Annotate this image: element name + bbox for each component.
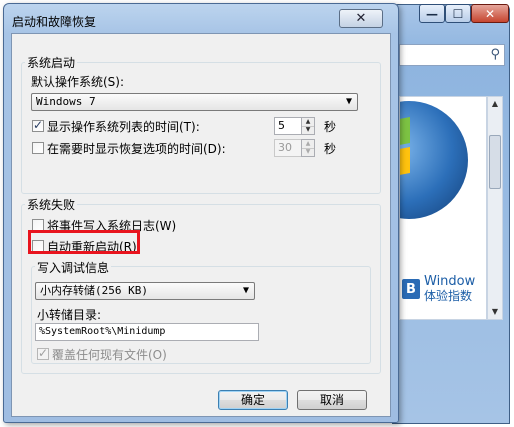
show-recovery-checkbox[interactable] bbox=[32, 142, 44, 154]
seconds-label-1: 秒 bbox=[324, 120, 337, 134]
failure-group-label: 系统失败 bbox=[25, 196, 78, 213]
cancel-button[interactable]: 取消 bbox=[297, 390, 367, 410]
debug-type-value: 小内存转储(256 KB) bbox=[40, 284, 148, 297]
experience-index-subtitle: 体验指数 bbox=[424, 289, 473, 303]
windows-logo bbox=[400, 101, 468, 219]
startup-recovery-dialog: 启动和故障恢复 ✕ 系统启动 默认操作系统(S): Windows 7 ▼ 显示… bbox=[3, 3, 399, 423]
show-os-list-seconds-value: 5 bbox=[278, 119, 285, 132]
stepper-down-icon[interactable]: ▼ bbox=[302, 126, 314, 134]
dump-dir-label: 小转储目录: bbox=[37, 308, 102, 322]
dialog-client-area: 系统启动 默认操作系统(S): Windows 7 ▼ 显示操作系统列表的时间(… bbox=[11, 33, 391, 417]
search-icon[interactable]: ⚲ bbox=[490, 47, 500, 62]
close-icon: ✕ bbox=[355, 11, 367, 26]
scroll-thumb[interactable] bbox=[489, 135, 501, 189]
show-os-list-stepper[interactable]: ▲ ▼ bbox=[301, 117, 315, 135]
default-os-label: 默认操作系统(S): bbox=[31, 75, 125, 89]
show-recovery-seconds-value: 30 bbox=[278, 141, 292, 154]
show-recovery-seconds-input[interactable]: 30 bbox=[274, 139, 302, 157]
system-info-panel: B Window 体验指数 bbox=[399, 96, 487, 320]
startup-group-label: 系统启动 bbox=[25, 54, 78, 71]
show-os-list-seconds-input[interactable]: 5 bbox=[274, 117, 302, 135]
experience-index-title: Window bbox=[424, 274, 476, 289]
window-close-button[interactable]: ✕ bbox=[471, 4, 509, 23]
vertical-scrollbar[interactable]: ▲ ▼ bbox=[487, 96, 503, 320]
chevron-down-icon: ▼ bbox=[345, 96, 352, 107]
debug-info-label: 写入调试信息 bbox=[35, 259, 112, 276]
close-icon: ✕ bbox=[484, 6, 496, 21]
maximize-button[interactable]: ☐ bbox=[445, 4, 471, 23]
show-recovery-label: 在需要时显示恢复选项的时间(D): bbox=[47, 142, 226, 156]
default-os-select[interactable]: Windows 7 ▼ bbox=[31, 93, 358, 111]
experience-index-icon: B bbox=[402, 279, 420, 299]
scroll-up-icon[interactable]: ▲ bbox=[488, 97, 502, 111]
overwrite-checkbox[interactable] bbox=[37, 346, 49, 360]
stepper-down-icon[interactable]: ▼ bbox=[302, 148, 314, 156]
dialog-title: 启动和故障恢复 bbox=[12, 15, 97, 29]
show-recovery-stepper[interactable]: ▲ ▼ bbox=[301, 139, 315, 157]
seconds-label-2: 秒 bbox=[324, 142, 337, 156]
debug-type-select[interactable]: 小内存转储(256 KB) ▼ bbox=[35, 282, 255, 300]
overwrite-label: 覆盖任何现有文件(O) bbox=[52, 348, 167, 362]
minimize-button[interactable]: — bbox=[419, 4, 445, 23]
show-os-list-label: 显示操作系统列表的时间(T): bbox=[47, 120, 200, 134]
chevron-down-icon: ▼ bbox=[242, 285, 249, 296]
highlight-box bbox=[28, 230, 140, 254]
maximize-icon: ☐ bbox=[452, 6, 464, 21]
dump-dir-value: %SystemRoot%\Minidump bbox=[39, 326, 166, 337]
search-input[interactable]: ⚲ bbox=[399, 44, 505, 66]
dialog-close-button[interactable]: ✕ bbox=[339, 9, 383, 28]
minimize-icon: — bbox=[426, 6, 438, 21]
ok-button[interactable]: 确定 bbox=[218, 390, 288, 410]
windows-flag-green bbox=[400, 117, 410, 147]
scroll-down-icon[interactable]: ▼ bbox=[488, 305, 502, 319]
show-os-list-checkbox[interactable] bbox=[32, 118, 44, 132]
default-os-value: Windows 7 bbox=[36, 95, 96, 108]
dump-dir-input[interactable]: %SystemRoot%\Minidump bbox=[35, 323, 259, 341]
windows-flag-yellow bbox=[400, 147, 410, 177]
experience-index-link[interactable]: B Window 体验指数 bbox=[402, 275, 475, 303]
